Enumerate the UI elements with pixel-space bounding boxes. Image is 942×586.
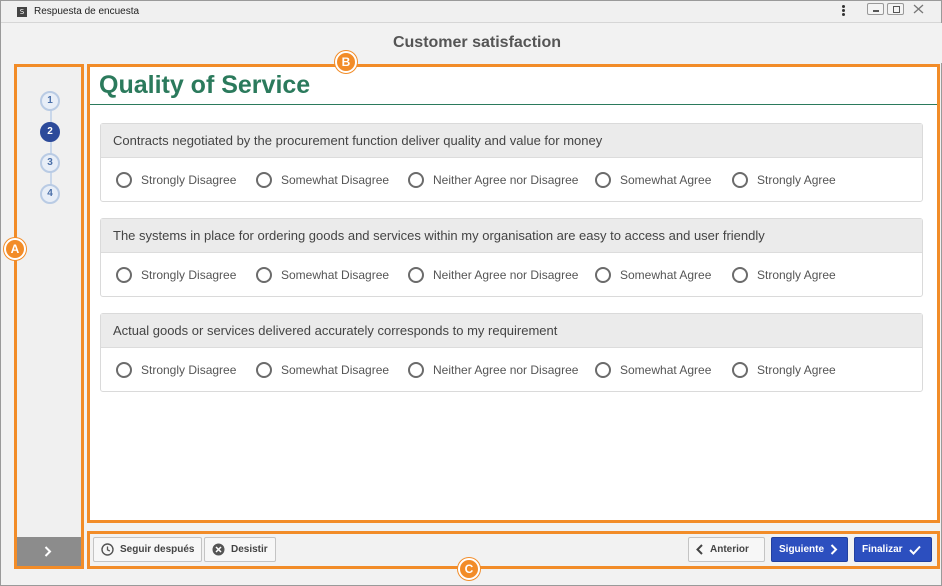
step-2[interactable]: 2: [40, 122, 60, 142]
close-button[interactable]: [910, 3, 927, 15]
option-strongly-disagree[interactable]: Strongly Disagree: [116, 361, 236, 379]
next-label: Siguiente: [779, 544, 825, 555]
option-label: Strongly Disagree: [141, 268, 237, 282]
callout-marker-b: B: [335, 51, 357, 73]
app-icon: S: [17, 7, 27, 17]
radio-button[interactable]: [595, 362, 611, 378]
radio-button[interactable]: [408, 362, 424, 378]
chevron-right-icon: [830, 544, 838, 555]
radio-button[interactable]: [256, 362, 272, 378]
more-options-icon[interactable]: [839, 4, 847, 20]
option-label: Somewhat Agree: [620, 268, 712, 282]
radio-button[interactable]: [116, 172, 132, 188]
radio-button[interactable]: [408, 172, 424, 188]
clock-icon: [101, 543, 114, 556]
option-somewhat-agree[interactable]: Somewhat Agree: [595, 171, 711, 189]
question-card: Actual goods or services delivered accur…: [100, 313, 923, 392]
option-strongly-disagree[interactable]: Strongly Disagree: [116, 171, 236, 189]
option-label: Somewhat Agree: [620, 173, 712, 187]
step-1[interactable]: 1: [40, 91, 60, 111]
action-bar: Seguir después Desistir Anterior Siguien…: [87, 531, 940, 569]
quit-button[interactable]: Desistir: [204, 537, 276, 562]
option-strongly-disagree[interactable]: Strongly Disagree: [116, 266, 236, 284]
option-label: Strongly Agree: [757, 363, 836, 377]
expand-steps-button[interactable]: [17, 537, 81, 566]
finish-button[interactable]: Finalizar: [854, 537, 932, 562]
question-panel: Quality of Service Contracts negotiated …: [87, 64, 940, 523]
option-label: Strongly Disagree: [141, 363, 237, 377]
option-somewhat-agree[interactable]: Somewhat Agree: [595, 266, 711, 284]
callout-marker-a: A: [4, 238, 26, 260]
question-card: Contracts negotiated by the procurement …: [100, 123, 923, 202]
question-card: The systems in place for ordering goods …: [100, 218, 923, 297]
option-label: Neither Agree nor Disagree: [433, 173, 579, 187]
option-label: Neither Agree nor Disagree: [433, 363, 579, 377]
radio-button[interactable]: [595, 172, 611, 188]
radio-button[interactable]: [732, 362, 748, 378]
quit-label: Desistir: [231, 544, 268, 555]
option-somewhat-disagree[interactable]: Somewhat Disagree: [256, 361, 389, 379]
question-text: The systems in place for ordering goods …: [101, 219, 922, 253]
maximize-button[interactable]: [887, 3, 904, 15]
radio-button[interactable]: [256, 267, 272, 283]
radio-button[interactable]: [732, 267, 748, 283]
option-label: Strongly Disagree: [141, 173, 237, 187]
option-label: Somewhat Disagree: [281, 363, 390, 377]
continue-later-label: Seguir después: [120, 544, 195, 555]
radio-button[interactable]: [408, 267, 424, 283]
next-button[interactable]: Siguiente: [771, 537, 848, 562]
previous-label: Anterior: [710, 544, 749, 555]
option-somewhat-agree[interactable]: Somewhat Agree: [595, 361, 711, 379]
continue-later-button[interactable]: Seguir después: [93, 537, 203, 562]
step-navigator: 1 2 3 4: [14, 64, 84, 569]
option-somewhat-disagree[interactable]: Somewhat Disagree: [256, 171, 389, 189]
option-label: Somewhat Agree: [620, 363, 712, 377]
option-label: Somewhat Disagree: [281, 268, 390, 282]
minimize-button[interactable]: [867, 3, 884, 15]
option-strongly-agree[interactable]: Strongly Agree: [732, 361, 836, 379]
radio-button[interactable]: [732, 172, 748, 188]
radio-button[interactable]: [116, 267, 132, 283]
question-text: Contracts negotiated by the procurement …: [101, 124, 922, 158]
option-label: Somewhat Disagree: [281, 173, 390, 187]
answer-options: Strongly Disagree Somewhat Disagree Neit…: [101, 158, 922, 201]
step-track: [50, 102, 52, 192]
survey-title: Customer satisfaction: [392, 34, 562, 51]
answer-options: Strongly Disagree Somewhat Disagree Neit…: [101, 253, 922, 296]
option-neither[interactable]: Neither Agree nor Disagree: [408, 266, 578, 284]
chevron-right-icon: [44, 546, 52, 557]
option-neither[interactable]: Neither Agree nor Disagree: [408, 171, 578, 189]
chevron-left-icon: [696, 544, 703, 555]
step-3[interactable]: 3: [40, 153, 60, 173]
callout-marker-c: C: [458, 558, 480, 580]
close-icon: [913, 4, 924, 14]
survey-header: Customer satisfaction: [12, 23, 942, 63]
option-strongly-agree[interactable]: Strongly Agree: [732, 266, 836, 284]
option-neither[interactable]: Neither Agree nor Disagree: [408, 361, 578, 379]
radio-button[interactable]: [116, 362, 132, 378]
section-divider: [90, 104, 937, 105]
radio-button[interactable]: [595, 267, 611, 283]
radio-button[interactable]: [256, 172, 272, 188]
title-bar: S Respuesta de encuesta: [1, 1, 941, 23]
option-label: Strongly Agree: [757, 268, 836, 282]
option-label: Neither Agree nor Disagree: [433, 268, 579, 282]
option-strongly-agree[interactable]: Strongly Agree: [732, 171, 836, 189]
answer-options: Strongly Disagree Somewhat Disagree Neit…: [101, 348, 922, 391]
window-title: Respuesta de encuesta: [34, 6, 140, 17]
close-circle-icon: [212, 543, 225, 556]
step-4[interactable]: 4: [40, 184, 60, 204]
previous-button[interactable]: Anterior: [688, 537, 765, 562]
question-text: Actual goods or services delivered accur…: [101, 314, 922, 348]
section-title: Quality of Service: [99, 71, 311, 99]
finish-label: Finalizar: [862, 544, 903, 555]
option-label: Strongly Agree: [757, 173, 836, 187]
checkmark-icon: [908, 545, 921, 555]
option-somewhat-disagree[interactable]: Somewhat Disagree: [256, 266, 389, 284]
